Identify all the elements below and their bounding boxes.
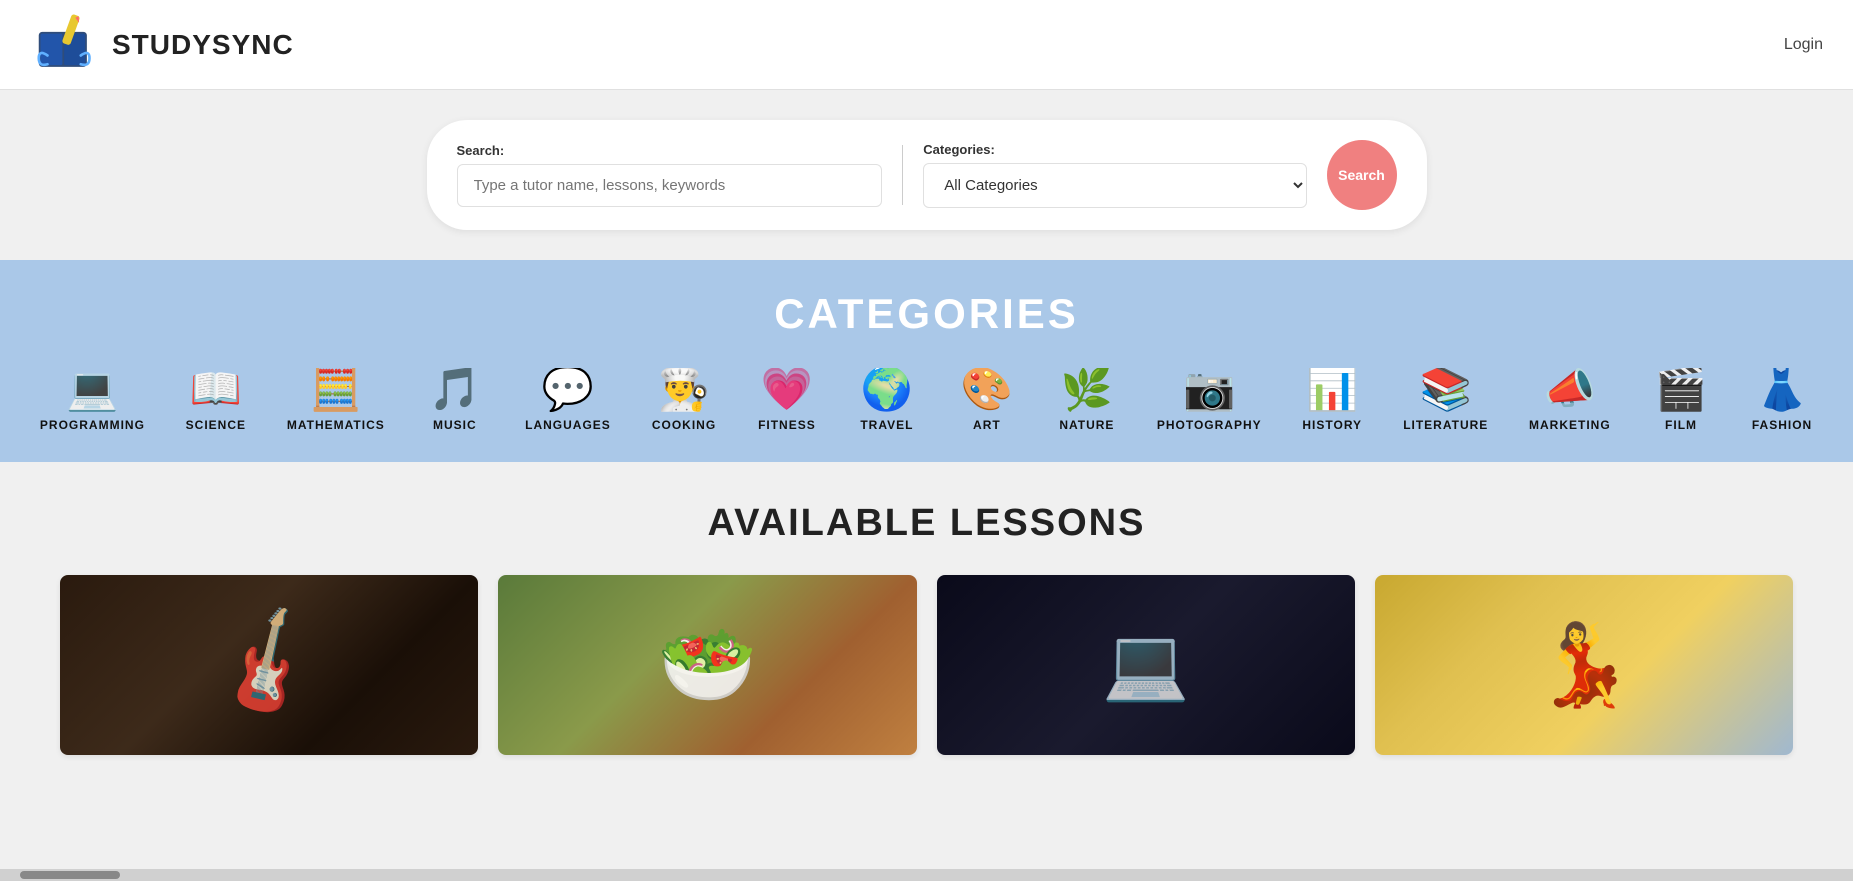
category-icon-science: 📖 [190, 368, 242, 410]
category-label-fitness: FITNESS [758, 418, 816, 432]
lesson-card-guitar[interactable] [60, 575, 478, 755]
category-label-cooking: COOKING [652, 418, 716, 432]
logo-text: STUDYSYNC [112, 29, 294, 61]
category-label-history: HISTORY [1302, 418, 1362, 432]
category-icon-programming: 💻 [66, 368, 118, 410]
categories-label: Categories: [923, 142, 1306, 157]
category-item-languages[interactable]: 💬 LANGUAGES [505, 368, 631, 432]
category-icon-photography: 📷 [1183, 368, 1235, 410]
category-item-fashion[interactable]: 👗 FASHION [1731, 368, 1833, 432]
category-item-film[interactable]: 🎬 FILM [1631, 368, 1731, 432]
category-item-marketing[interactable]: 📣 MARKETING [1509, 368, 1631, 432]
category-item-mathematics[interactable]: 🧮 MATHEMATICS [267, 368, 405, 432]
lesson-image-code [937, 575, 1355, 755]
categories-section: CATEGORIES 💻 PROGRAMMING 📖 SCIENCE 🧮 MATHEMAT… [0, 260, 1853, 462]
search-section: Search: Categories: All Categories Progr… [0, 90, 1853, 260]
category-item-nature[interactable]: 🌿 NATURE [1037, 368, 1137, 432]
category-label-science: SCIENCE [186, 418, 246, 432]
category-icon-history: 📊 [1306, 368, 1358, 410]
category-label-music: MUSIC [433, 418, 477, 432]
category-item-fitness[interactable]: 💗 FITNESS [737, 368, 837, 432]
lessons-section: AVAILABLE LESSONS [0, 462, 1853, 795]
lesson-card-food[interactable] [498, 575, 916, 755]
category-label-art: ART [973, 418, 1001, 432]
category-icon-music: 🎵 [429, 368, 481, 410]
lesson-image-food [498, 575, 916, 755]
category-item-art[interactable]: 🎨 ART [937, 368, 1037, 432]
lesson-card-dance[interactable] [1375, 575, 1793, 755]
category-item-cooking[interactable]: 👨‍🍳 COOKING [631, 368, 737, 432]
category-icon-film: 🎬 [1655, 368, 1707, 410]
category-icon-marketing: 📣 [1544, 368, 1596, 410]
category-item-programming[interactable]: 💻 PROGRAMMING [20, 368, 165, 432]
lesson-image-guitar [60, 575, 478, 755]
category-icon-literature: 📚 [1420, 368, 1472, 410]
category-item-literature[interactable]: 📚 LITERATURE [1383, 368, 1509, 432]
scrollbar-thumb[interactable] [20, 871, 120, 879]
category-field-group: Categories: All Categories Programming S… [923, 142, 1306, 208]
logo-icon [30, 10, 100, 80]
category-icon-fitness: 💗 [761, 368, 813, 410]
category-label-programming: PROGRAMMING [40, 418, 145, 432]
category-item-travel[interactable]: 🌍 TRAVEL [837, 368, 937, 432]
categories-title: CATEGORIES [20, 290, 1833, 338]
category-label-mathematics: MATHEMATICS [287, 418, 385, 432]
category-icon-languages: 💬 [542, 368, 594, 410]
horizontal-scrollbar[interactable] [0, 869, 1853, 881]
logo-area: STUDYSYNC [30, 10, 294, 80]
category-icon-nature: 🌿 [1061, 368, 1113, 410]
category-label-marketing: MARKETING [1529, 418, 1611, 432]
category-icon-art: 🎨 [961, 368, 1013, 410]
category-item-history[interactable]: 📊 HISTORY [1282, 368, 1383, 432]
categories-select[interactable]: All Categories Programming Science Mathe… [923, 163, 1306, 208]
header: STUDYSYNC Login [0, 0, 1853, 90]
lesson-card-code[interactable] [937, 575, 1355, 755]
category-item-photography[interactable]: 📷 PHOTOGRAPHY [1137, 368, 1282, 432]
category-item-music[interactable]: 🎵 MUSIC [405, 368, 505, 432]
search-button[interactable]: Search [1327, 140, 1397, 210]
category-item-science[interactable]: 📖 SCIENCE [165, 368, 267, 432]
category-label-literature: LITERATURE [1403, 418, 1488, 432]
category-label-travel: TRAVEL [860, 418, 913, 432]
categories-list: 💻 PROGRAMMING 📖 SCIENCE 🧮 MATHEMATICS 🎵 MUSIC 💬 L… [20, 368, 1833, 442]
category-label-nature: NATURE [1059, 418, 1114, 432]
category-label-languages: LANGUAGES [525, 418, 611, 432]
search-box: Search: Categories: All Categories Progr… [427, 120, 1427, 230]
login-button[interactable]: Login [1784, 36, 1823, 54]
category-icon-mathematics: 🧮 [310, 368, 362, 410]
category-icon-fashion: 👗 [1756, 368, 1808, 410]
category-icon-travel: 🌍 [861, 368, 913, 410]
search-input[interactable] [457, 164, 883, 207]
lessons-grid [60, 575, 1793, 755]
search-field-group: Search: [457, 143, 883, 207]
lessons-title: AVAILABLE LESSONS [60, 502, 1793, 545]
category-label-fashion: FASHION [1752, 418, 1812, 432]
vertical-divider [902, 145, 903, 205]
category-label-film: FILM [1665, 418, 1697, 432]
category-label-photography: PHOTOGRAPHY [1157, 418, 1262, 432]
lesson-image-dance [1375, 575, 1793, 755]
search-label: Search: [457, 143, 883, 158]
category-icon-cooking: 👨‍🍳 [658, 368, 710, 410]
